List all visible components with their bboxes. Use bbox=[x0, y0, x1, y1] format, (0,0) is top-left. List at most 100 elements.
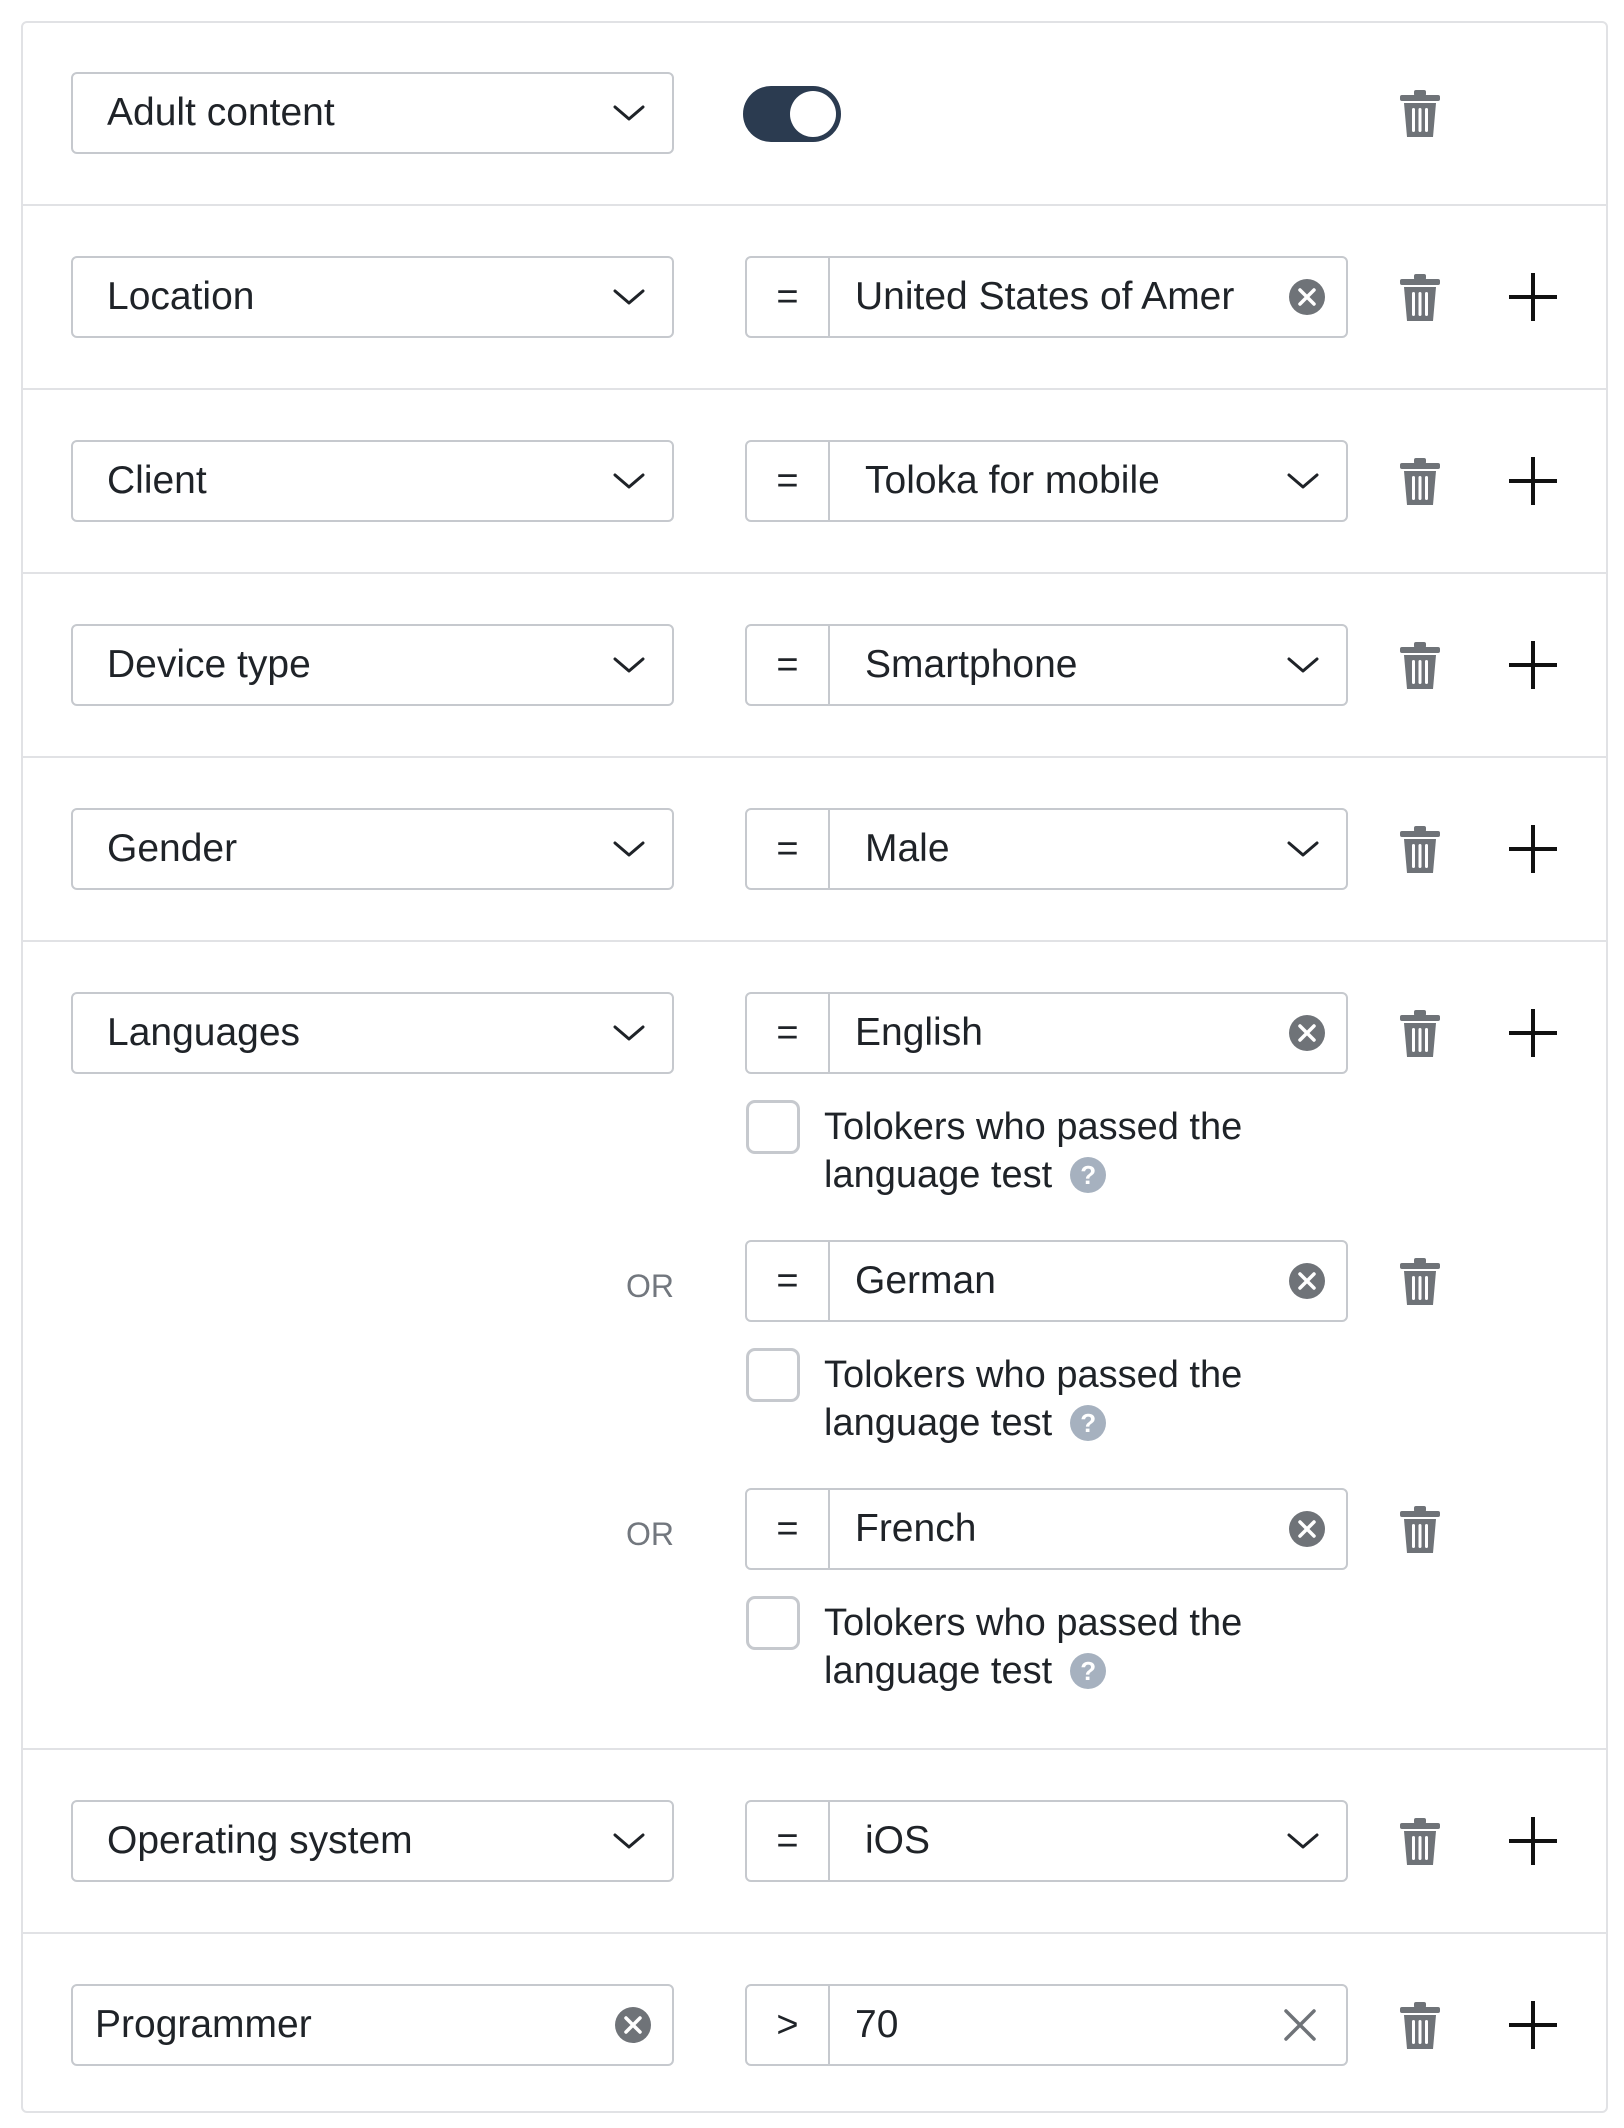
chevron-down-icon bbox=[612, 839, 646, 859]
attribute-select-operating-system[interactable]: Operating system bbox=[71, 1800, 674, 1882]
adult-content-toggle[interactable] bbox=[743, 86, 841, 142]
value-input[interactable]: English bbox=[855, 994, 1256, 1072]
clear-circle-icon[interactable] bbox=[1288, 1014, 1326, 1052]
chevron-down-icon bbox=[612, 1023, 646, 1043]
attribute-label: Operating system bbox=[107, 1819, 413, 1862]
attribute-select-languages[interactable]: Languages bbox=[71, 992, 674, 1074]
chevron-down-icon bbox=[612, 1831, 646, 1851]
attribute-label: Programmer bbox=[95, 2003, 312, 2046]
row-divider bbox=[21, 572, 1608, 574]
plus-icon[interactable] bbox=[1507, 1815, 1559, 1867]
clear-circle-icon[interactable] bbox=[1288, 1510, 1326, 1548]
trash-icon[interactable] bbox=[1398, 1505, 1442, 1555]
trash-icon[interactable] bbox=[1398, 1009, 1442, 1059]
row-divider bbox=[21, 1932, 1608, 1934]
value-input[interactable]: 70 bbox=[855, 1986, 1256, 2064]
attribute-select-location[interactable]: Location bbox=[71, 256, 674, 338]
trash-icon[interactable] bbox=[1398, 1817, 1442, 1867]
chevron-down-icon bbox=[612, 655, 646, 675]
value-input[interactable]: French bbox=[855, 1490, 1256, 1568]
value-select[interactable]: Smartphone bbox=[865, 626, 1256, 704]
checkbox-label-text: Tolokers who passed the language test bbox=[824, 1602, 1243, 1692]
value-select[interactable]: Male bbox=[865, 810, 1256, 888]
operator-select[interactable]: = bbox=[747, 626, 830, 704]
help-icon[interactable]: ? bbox=[1070, 1404, 1107, 1441]
row-divider bbox=[21, 756, 1608, 758]
plus-icon[interactable] bbox=[1507, 1999, 1559, 2051]
checkbox-label-text: Tolokers who passed the language test bbox=[824, 1354, 1243, 1444]
language-test-label: Tolokers who passed the language test? bbox=[824, 1599, 1344, 1695]
operator-select[interactable]: = bbox=[747, 1242, 830, 1320]
operator-select[interactable]: = bbox=[747, 810, 830, 888]
operator-select[interactable]: = bbox=[747, 258, 830, 336]
language-value-german[interactable]: = German bbox=[745, 1240, 1348, 1322]
gender-value-select[interactable]: = Male bbox=[745, 808, 1348, 890]
operator-select[interactable]: > bbox=[747, 1986, 830, 2064]
operator-select[interactable]: = bbox=[747, 1802, 830, 1880]
trash-icon[interactable] bbox=[1398, 825, 1442, 875]
client-value-select[interactable]: = Toloka for mobile bbox=[745, 440, 1348, 522]
value-input[interactable]: United States of Amer bbox=[855, 258, 1256, 336]
attribute-label: Adult content bbox=[107, 91, 335, 134]
language-value-french[interactable]: = French bbox=[745, 1488, 1348, 1570]
value-select[interactable]: Toloka for mobile bbox=[865, 442, 1256, 520]
chevron-down-icon bbox=[612, 287, 646, 307]
help-icon[interactable]: ? bbox=[1070, 1652, 1107, 1689]
or-connector: OR bbox=[626, 1516, 674, 1552]
plus-icon[interactable] bbox=[1507, 639, 1559, 691]
attribute-label: Gender bbox=[107, 827, 238, 870]
plus-icon[interactable] bbox=[1507, 1007, 1559, 1059]
clear-circle-icon[interactable] bbox=[1288, 278, 1326, 316]
trash-icon[interactable] bbox=[1398, 2001, 1442, 2051]
operator-select[interactable]: = bbox=[747, 1490, 830, 1568]
trash-icon[interactable] bbox=[1398, 457, 1442, 507]
language-test-checkbox[interactable] bbox=[746, 1596, 800, 1650]
chevron-down-icon bbox=[1286, 1831, 1320, 1851]
language-test-label: Tolokers who passed the language test? bbox=[824, 1351, 1344, 1447]
language-test-checkbox[interactable] bbox=[746, 1100, 800, 1154]
operator-select[interactable]: = bbox=[747, 442, 830, 520]
attribute-select-adult-content[interactable]: Adult content bbox=[71, 72, 674, 154]
attribute-label: Client bbox=[107, 459, 207, 502]
attribute-select-gender[interactable]: Gender bbox=[71, 808, 674, 890]
trash-icon[interactable] bbox=[1398, 641, 1442, 691]
os-value-select[interactable]: = iOS bbox=[745, 1800, 1348, 1882]
attribute-label: Device type bbox=[107, 643, 311, 686]
language-value-english[interactable]: = English bbox=[745, 992, 1348, 1074]
row-divider bbox=[21, 1748, 1608, 1750]
value-input[interactable]: German bbox=[855, 1242, 1256, 1320]
attribute-select-client[interactable]: Client bbox=[71, 440, 674, 522]
plus-icon[interactable] bbox=[1507, 455, 1559, 507]
plus-icon[interactable] bbox=[1507, 271, 1559, 323]
location-value-field[interactable]: = United States of Amer bbox=[745, 256, 1348, 338]
row-divider bbox=[21, 940, 1608, 942]
toggle-knob bbox=[790, 91, 836, 137]
language-test-checkbox[interactable] bbox=[746, 1348, 800, 1402]
language-test-label: Tolokers who passed the language test? bbox=[824, 1103, 1344, 1199]
attribute-label: Languages bbox=[107, 1011, 301, 1054]
value-select[interactable]: iOS bbox=[865, 1802, 1256, 1880]
attribute-input-programmer[interactable]: Programmer bbox=[71, 1984, 674, 2066]
trash-icon[interactable] bbox=[1398, 273, 1442, 323]
chevron-down-icon bbox=[612, 471, 646, 491]
chevron-down-icon bbox=[1286, 839, 1320, 859]
checkbox-label-text: Tolokers who passed the language test bbox=[824, 1106, 1243, 1196]
trash-icon[interactable] bbox=[1398, 1257, 1442, 1307]
device-value-select[interactable]: = Smartphone bbox=[745, 624, 1348, 706]
row-divider bbox=[21, 204, 1608, 206]
attribute-label: Location bbox=[107, 275, 255, 318]
chevron-down-icon bbox=[1286, 471, 1320, 491]
plus-icon[interactable] bbox=[1507, 823, 1559, 875]
operator-select[interactable]: = bbox=[747, 994, 830, 1072]
chevron-down-icon bbox=[612, 103, 646, 123]
close-icon[interactable] bbox=[1282, 2007, 1318, 2043]
row-divider bbox=[21, 388, 1608, 390]
clear-circle-icon[interactable] bbox=[614, 2006, 652, 2044]
help-icon[interactable]: ? bbox=[1070, 1156, 1107, 1193]
attribute-select-device-type[interactable]: Device type bbox=[71, 624, 674, 706]
chevron-down-icon bbox=[1286, 655, 1320, 675]
or-connector: OR bbox=[626, 1268, 674, 1304]
programmer-value-field[interactable]: > 70 bbox=[745, 1984, 1348, 2066]
trash-icon[interactable] bbox=[1398, 89, 1442, 139]
clear-circle-icon[interactable] bbox=[1288, 1262, 1326, 1300]
